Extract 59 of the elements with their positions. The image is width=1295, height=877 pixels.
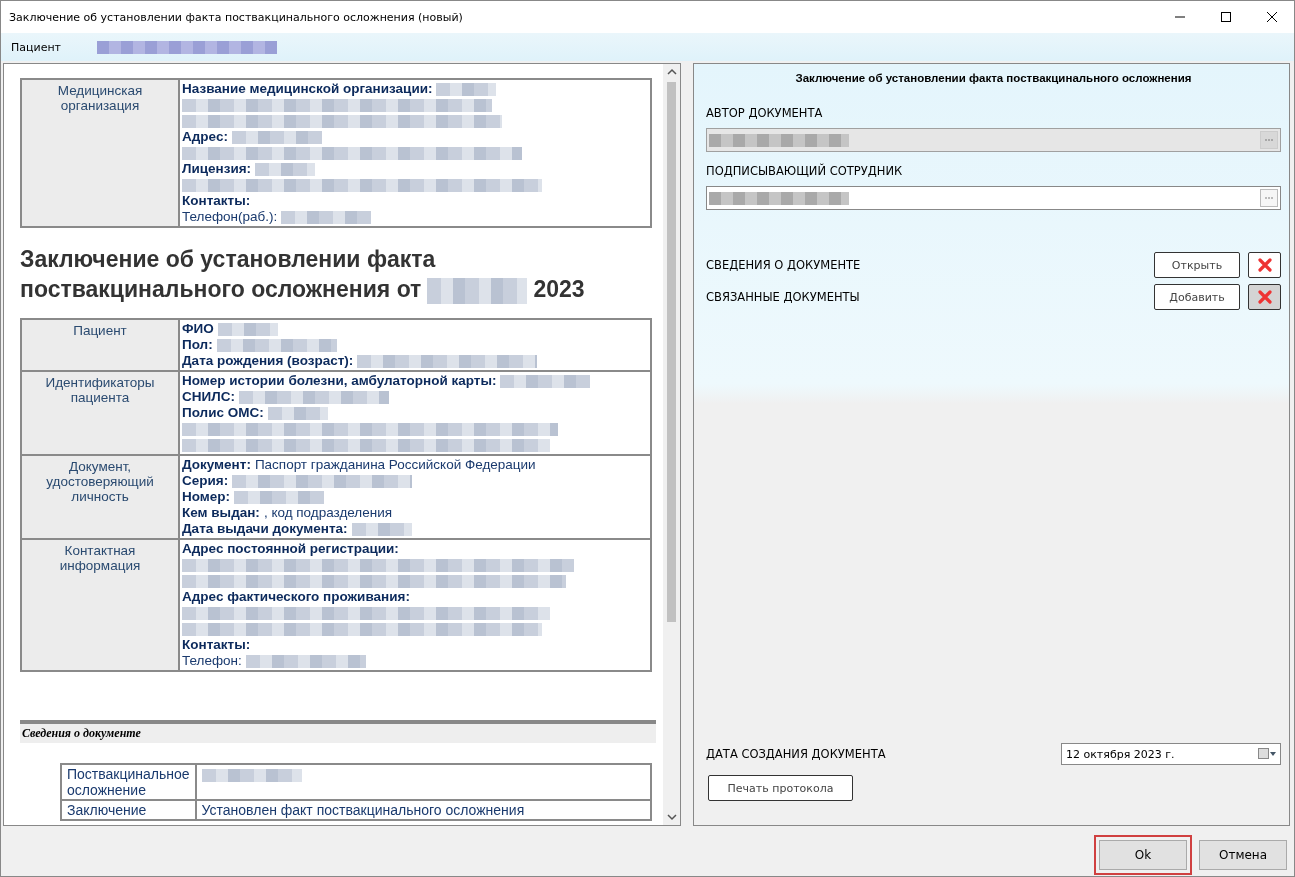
scrollbar[interactable] <box>663 64 680 825</box>
field-value: Телефон: <box>182 653 242 668</box>
input-field[interactable] <box>706 186 1281 210</box>
field-label: Полис ОМС: <box>182 405 264 420</box>
delete-icon <box>1256 257 1273 273</box>
dialog-button[interactable]: Отмена <box>1199 840 1287 870</box>
date-field[interactable]: 12 октября 2023 г. <box>1061 743 1281 765</box>
field-label: Серия: <box>182 473 229 488</box>
section-title: Сведения о документе <box>22 726 141 740</box>
section-label: СВЕДЕНИЯ О ДОКУМЕНТЕ <box>706 258 862 272</box>
delete-button[interactable] <box>1248 284 1281 310</box>
patient-label: Пациент <box>11 40 61 54</box>
field-label: Контакты: <box>182 637 251 652</box>
print-button[interactable]: Печать протокола <box>708 775 853 801</box>
table-cell: Документ, удостоверяющий личность <box>21 455 179 539</box>
scroll-down-icon[interactable] <box>666 813 677 821</box>
table-cell: Пациент <box>21 319 179 371</box>
action-button[interactable]: Добавить <box>1154 284 1240 310</box>
field-label: Дата выдачи документа: <box>182 521 348 536</box>
field-label: Лицензия: <box>182 161 252 176</box>
dialog-button[interactable]: Ok <box>1099 840 1187 870</box>
table-cell: Заключение <box>61 800 196 820</box>
table-cell: Медицинская организация <box>21 79 179 227</box>
scroll-up-icon[interactable] <box>666 68 677 76</box>
table-cell: Контактная информация <box>21 539 179 671</box>
form-title: Заключение об установлении факта поствакцинального осложнения <box>794 72 1193 84</box>
field-label: ДАТА СОЗДАНИЯ ДОКУМЕНТА <box>706 747 886 761</box>
heading-year: 2023 <box>533 276 585 302</box>
delete-button[interactable] <box>1248 252 1281 278</box>
calendar-dropdown-icon[interactable] <box>1258 748 1276 760</box>
delete-icon <box>1256 289 1273 305</box>
field-label: Адрес: <box>182 129 228 144</box>
field-label: Название медицинской организации: <box>182 81 433 96</box>
table-cell: Идентификаторы пациента <box>21 371 179 455</box>
field-label: Документ: <box>182 457 251 472</box>
field-value: Паспорт гражданина Российской Федерации <box>254 457 536 472</box>
field-value: Телефон(раб.): <box>182 209 278 224</box>
field-value: , код подразделения <box>263 505 393 520</box>
scroll-thumb[interactable] <box>667 82 676 622</box>
section-label: СВЯЗАННЫЕ ДОКУМЕНТЫ <box>706 290 861 304</box>
action-button[interactable]: Открыть <box>1154 252 1240 278</box>
field-label: Номер: <box>182 489 231 504</box>
maximize-icon[interactable] <box>1220 11 1232 23</box>
field-label: ФИО <box>182 321 214 336</box>
document-heading: Заключение об установлении факта поствакцинального осложнения от <box>20 246 436 302</box>
field-label: Номер истории болезни, амбулаторной карты: <box>182 373 497 388</box>
field-label: Адрес фактического проживания: <box>182 589 410 604</box>
close-icon[interactable] <box>1266 11 1278 23</box>
field-label: Кем выдан: <box>182 505 260 520</box>
field-label: АВТОР ДОКУМЕНТА <box>706 106 824 120</box>
field-label: ПОДПИСЫВАЮЩИЙ СОТРУДНИК <box>706 164 904 178</box>
field-label: Контакты: <box>182 193 251 208</box>
field-label: Дата рождения (возраст): <box>182 353 354 368</box>
table-cell-text: Установлен факт поствакцинального осложнения <box>201 802 525 818</box>
window-title: Заключение об установлении факта поствакцинального осложнения (новый) <box>9 10 463 24</box>
table-cell: Поствакцинальное осложнение <box>61 764 196 800</box>
field-label: СНИЛС: <box>182 389 235 404</box>
field-label: Адрес постоянной регистрации: <box>182 541 399 556</box>
field-label: Пол: <box>182 337 213 352</box>
